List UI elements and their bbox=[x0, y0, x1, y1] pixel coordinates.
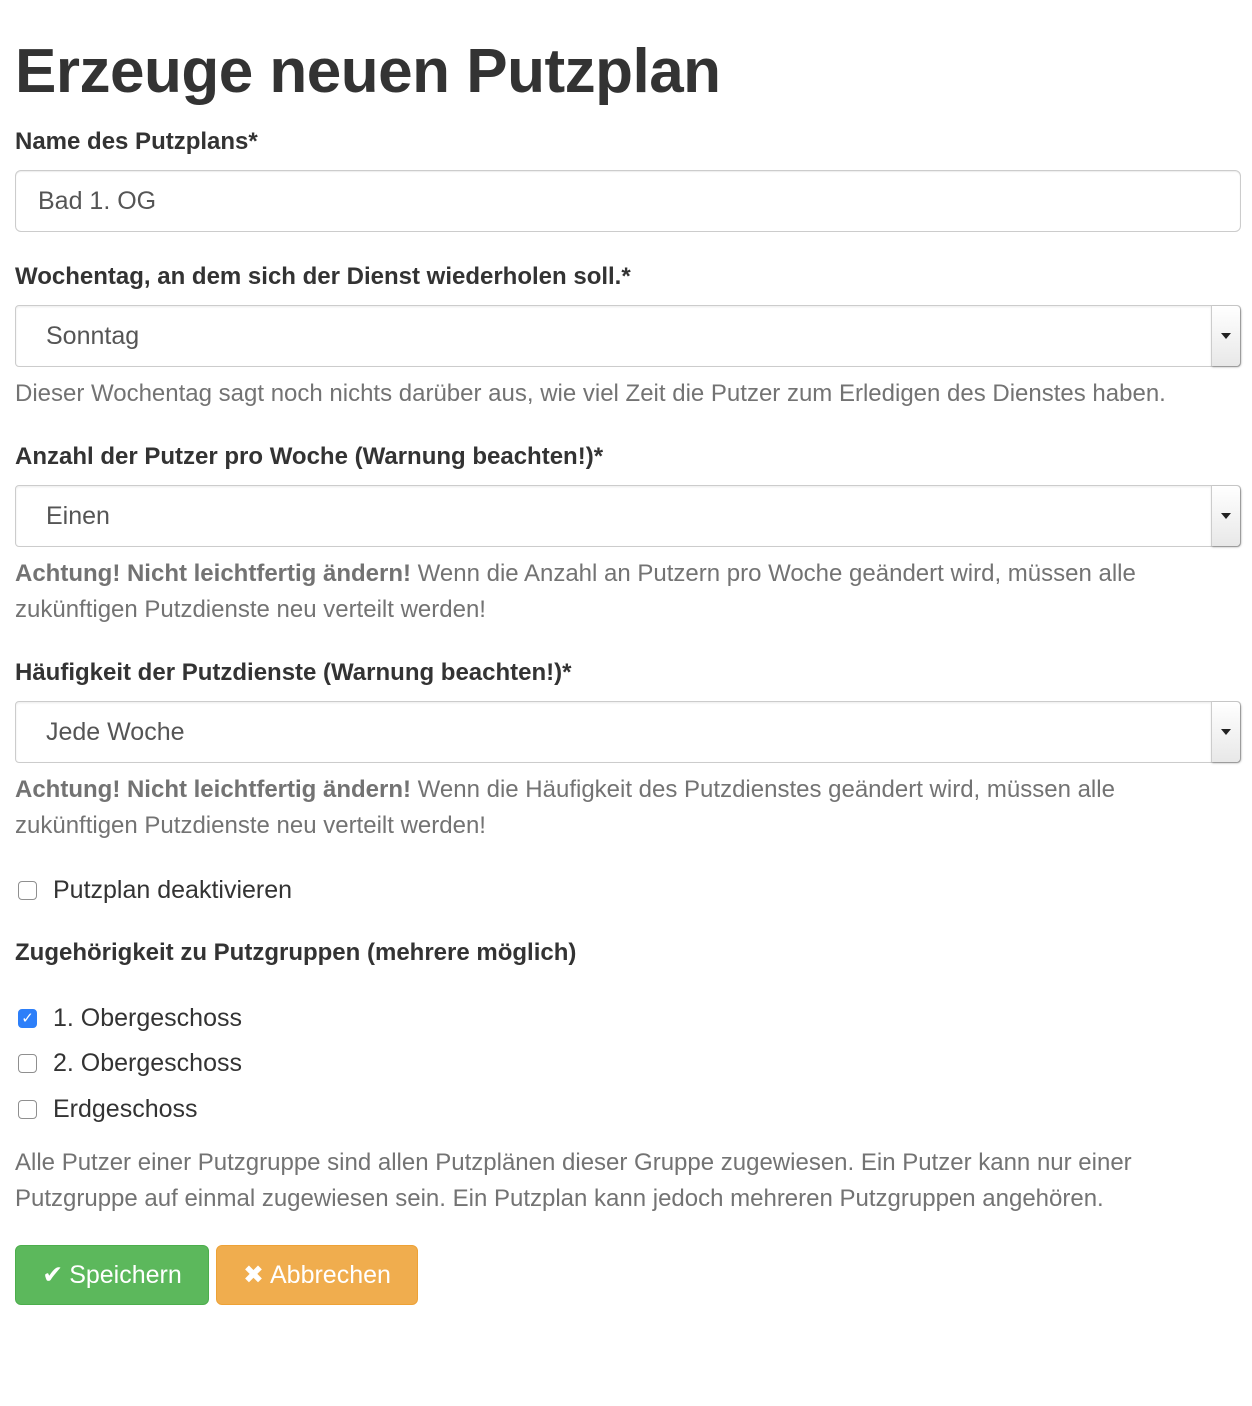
save-button-label: Speichern bbox=[69, 1260, 182, 1289]
group-checkbox[interactable] bbox=[18, 1053, 37, 1073]
deactivate-checkbox[interactable] bbox=[18, 880, 37, 900]
group-option[interactable]: Erdgeschoss bbox=[15, 1093, 198, 1125]
cleaners-select[interactable]: Einen bbox=[15, 485, 1241, 547]
group-option[interactable]: ✓ 1. Obergeschoss bbox=[15, 1002, 242, 1034]
frequency-select-value: Jede Woche bbox=[46, 717, 185, 746]
dropdown-arrow-icon[interactable] bbox=[1211, 702, 1240, 762]
times-icon: ✖ bbox=[243, 1261, 264, 1289]
deactivate-checkbox-label[interactable]: Putzplan deaktivieren bbox=[53, 874, 292, 906]
dropdown-arrow-icon[interactable] bbox=[1211, 306, 1240, 366]
group-checkbox[interactable] bbox=[18, 1099, 37, 1119]
cleaners-label: Anzahl der Putzer pro Woche (Warnung bea… bbox=[15, 443, 604, 470]
group-option-label[interactable]: Erdgeschoss bbox=[53, 1093, 198, 1125]
group-checkbox-checked[interactable]: ✓ bbox=[18, 1008, 37, 1028]
name-input[interactable]: Bad 1. OG bbox=[15, 170, 1241, 232]
cleaners-select-value: Einen bbox=[46, 501, 110, 530]
cancel-button-label: Abbrechen bbox=[270, 1260, 391, 1289]
group-option-label[interactable]: 2. Obergeschoss bbox=[53, 1047, 242, 1079]
checkmark-icon: ✓ bbox=[21, 1009, 34, 1027]
weekday-label: Wochentag, an dem sich der Dienst wieder… bbox=[15, 263, 631, 290]
frequency-warning: Achtung! Nicht leichtfertig ändern! Wenn… bbox=[15, 772, 1241, 844]
deactivate-checkbox-row[interactable]: Putzplan deaktivieren bbox=[15, 874, 292, 906]
group-option[interactable]: 2. Obergeschoss bbox=[15, 1047, 242, 1079]
dropdown-arrow-icon[interactable] bbox=[1211, 486, 1240, 546]
form-actions: ✔ Speichern ✖ Abbrechen bbox=[15, 1245, 418, 1305]
page-title: Erzeuge neuen Putzplan bbox=[15, 37, 721, 106]
check-icon: ✔ bbox=[42, 1261, 64, 1289]
weekday-select[interactable]: Sonntag bbox=[15, 305, 1241, 367]
weekday-select-value: Sonntag bbox=[46, 321, 140, 350]
frequency-label: Häufigkeit der Putzdienste (Warnung beac… bbox=[15, 659, 572, 686]
groups-label: Zugehörigkeit zu Putzgruppen (mehrere mö… bbox=[15, 939, 577, 966]
group-option-label[interactable]: 1. Obergeschoss bbox=[53, 1002, 242, 1034]
groups-help: Alle Putzer einer Putzgruppe sind allen … bbox=[15, 1149, 1132, 1212]
save-button[interactable]: ✔ Speichern bbox=[15, 1245, 209, 1305]
frequency-select[interactable]: Jede Woche bbox=[15, 701, 1241, 763]
name-label: Name des Putzplans* bbox=[15, 128, 258, 155]
cleaners-warning: Achtung! Nicht leichtfertig ändern! Wenn… bbox=[15, 556, 1241, 628]
frequency-warning-bold: Achtung! Nicht leichtfertig ändern! bbox=[15, 776, 411, 803]
cleaners-warning-bold: Achtung! Nicht leichtfertig ändern! bbox=[15, 560, 411, 587]
name-input-value: Bad 1. OG bbox=[38, 186, 157, 215]
cancel-button[interactable]: ✖ Abbrechen bbox=[216, 1245, 418, 1305]
form-page: Erzeuge neuen Putzplan Name des Putzplan… bbox=[0, 0, 1252, 1305]
weekday-help: Dieser Wochentag sagt noch nichts darübe… bbox=[15, 380, 1166, 407]
